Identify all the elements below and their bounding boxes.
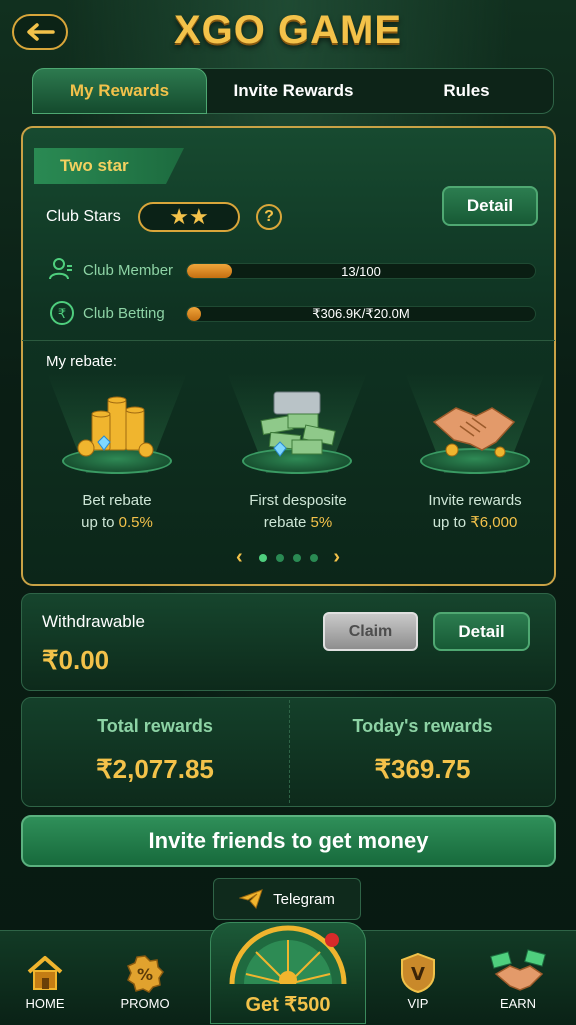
telegram-label: Telegram bbox=[273, 890, 335, 908]
tab-bar: My Rewards Invite Rewards Rules bbox=[32, 68, 554, 114]
cash-box-icon bbox=[260, 391, 336, 457]
rebate-deposit-prefix: rebate bbox=[263, 514, 311, 531]
tab-invite-rewards[interactable]: Invite Rewards bbox=[207, 69, 380, 113]
rebate-deposit: First desposite rebate 5% bbox=[218, 490, 378, 534]
club-betting-label: Club Betting bbox=[83, 305, 165, 322]
club-stars-badge: ★★ bbox=[138, 202, 240, 232]
invite-friends-button[interactable]: Invite friends to get money bbox=[21, 815, 556, 867]
prize-wheel-icon bbox=[229, 925, 347, 984]
page-title: XGO GAME bbox=[173, 8, 403, 52]
promo-icon: % bbox=[127, 955, 164, 993]
rebate-title: My rebate: bbox=[46, 353, 117, 370]
nav-home-label: HOME bbox=[25, 996, 65, 1011]
rebate-invite-line2: up to ₹6,000 bbox=[395, 512, 555, 534]
svg-text:%: % bbox=[137, 965, 153, 984]
nav-center-label: Get ₹500 bbox=[245, 994, 331, 1016]
rebate-invite-value: ₹6,000 bbox=[470, 514, 518, 531]
withdraw-detail-button[interactable]: Detail bbox=[433, 612, 530, 651]
rebate-invite: Invite rewards up to ₹6,000 bbox=[395, 490, 555, 534]
nav-home[interactable]: HOME bbox=[5, 930, 85, 1024]
betting-icon: ₹ bbox=[50, 301, 74, 325]
carousel-dot[interactable] bbox=[258, 553, 267, 562]
withdrawable-amount: ₹0.00 bbox=[42, 645, 110, 675]
today-rewards-value: ₹369.75 bbox=[374, 754, 471, 784]
rebate-bet-line2: up to 0.5% bbox=[37, 512, 197, 534]
rebate-bet-prefix: up to bbox=[81, 514, 119, 531]
rebate-invite-line1: Invite rewards bbox=[428, 492, 522, 509]
rebate-deposit-line1: First desposite bbox=[249, 492, 347, 509]
rebate-bet: Bet rebate up to 0.5% bbox=[37, 490, 197, 534]
total-rewards-value: ₹2,077.85 bbox=[96, 754, 214, 784]
carousel-controls: ‹ › bbox=[236, 546, 340, 569]
handshake-icon bbox=[432, 407, 516, 458]
club-betting-progress: ₹306.9K/₹20.0M bbox=[186, 306, 536, 322]
club-member-label: Club Member bbox=[83, 262, 174, 279]
club-betting-value: ₹306.9K/₹20.0M bbox=[312, 306, 410, 321]
rebate-deposit-line2: rebate 5% bbox=[218, 512, 378, 534]
home-icon bbox=[27, 956, 63, 990]
gold-coins-icon bbox=[77, 396, 154, 458]
help-icon[interactable]: ? bbox=[256, 204, 282, 230]
tab-rules[interactable]: Rules bbox=[380, 69, 553, 113]
nav-promo[interactable]: % PROMO bbox=[105, 930, 185, 1024]
carousel-dot[interactable] bbox=[292, 553, 301, 562]
nav-earn-label: EARN bbox=[499, 996, 537, 1011]
nav-vip-label: VIP bbox=[407, 996, 429, 1011]
stars-value: ★★ bbox=[169, 204, 209, 229]
club-stars-label: Club Stars bbox=[46, 208, 121, 225]
rebate-bet-value: 0.5% bbox=[118, 514, 153, 531]
club-member-value: 13/100 bbox=[341, 263, 381, 279]
chevron-right-icon[interactable]: › bbox=[333, 546, 340, 569]
carousel-dot[interactable] bbox=[275, 553, 284, 562]
club-member-progress: 13/100 bbox=[186, 263, 536, 279]
rebate-deposit-value: 5% bbox=[310, 514, 333, 531]
carousel-dots bbox=[258, 553, 318, 562]
divider bbox=[22, 340, 555, 341]
member-icon bbox=[49, 258, 72, 280]
nav-earn[interactable]: EARN bbox=[478, 930, 558, 1024]
telegram-icon bbox=[239, 889, 263, 909]
nav-vip[interactable]: V VIP bbox=[378, 930, 458, 1024]
telegram-button[interactable]: Telegram bbox=[213, 878, 361, 920]
rebate-bet-line1: Bet rebate bbox=[82, 492, 152, 509]
withdrawable-label: Withdrawable bbox=[42, 612, 145, 631]
nav-promo-label: PROMO bbox=[120, 996, 170, 1011]
earn-handshake-icon bbox=[490, 949, 546, 991]
svg-text:₹: ₹ bbox=[58, 307, 66, 322]
vip-icon: V bbox=[401, 952, 435, 994]
total-rewards-label: Total rewards bbox=[97, 716, 213, 736]
svg-text:V: V bbox=[411, 964, 425, 985]
tier-ribbon: Two star bbox=[34, 148, 184, 184]
claim-button[interactable]: Claim bbox=[323, 612, 418, 651]
tab-my-rewards[interactable]: My Rewards bbox=[32, 68, 207, 114]
club-detail-button[interactable]: Detail bbox=[442, 186, 538, 226]
chevron-left-icon[interactable]: ‹ bbox=[236, 546, 243, 569]
rebate-invite-prefix: up to bbox=[432, 514, 471, 531]
today-rewards-label: Today's rewards bbox=[352, 716, 493, 736]
carousel-dot[interactable] bbox=[309, 553, 318, 562]
